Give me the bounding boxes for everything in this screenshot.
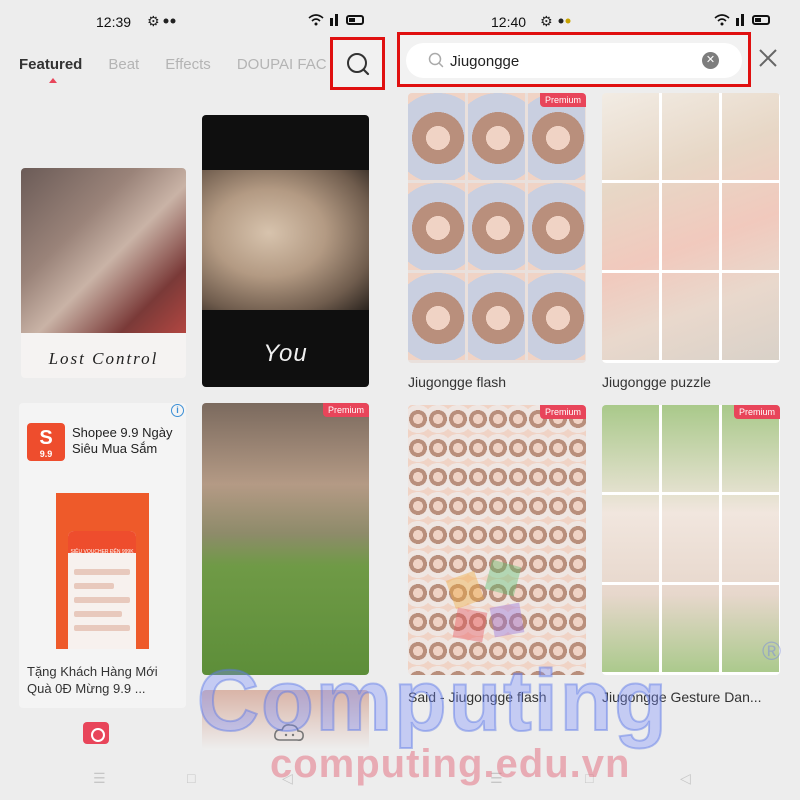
ad-title: Shopee 9.9 Ngày Siêu Mua Sắm <box>72 425 173 456</box>
premium-badge: Premium <box>322 403 369 417</box>
premium-badge: Premium <box>539 93 586 107</box>
back-icon[interactable]: ◁ <box>680 770 691 787</box>
close-icon[interactable] <box>757 47 779 69</box>
template-thumbnail <box>21 168 186 333</box>
signal-icon <box>330 14 338 26</box>
template-thumbnail <box>202 170 369 310</box>
watermark-registered-mark: ® <box>762 636 782 666</box>
search-icon <box>346 52 369 75</box>
info-icon[interactable]: i <box>171 404 184 417</box>
ad-phone-mockup: SIÊU VOUCHER ĐẾN 999K <box>68 531 136 649</box>
wifi-icon <box>308 14 324 26</box>
battery-icon <box>752 15 770 25</box>
home-icon[interactable] <box>83 722 109 744</box>
ad-banner: SIÊU VOUCHER ĐẾN 999K <box>56 493 149 649</box>
notification-icon <box>163 18 176 24</box>
notification-icon <box>558 18 571 24</box>
result-card-jiugongge-gesture-dance[interactable]: Premium <box>602 405 780 675</box>
result-label: Jiugongge puzzle <box>602 374 711 390</box>
tab-effects[interactable]: Effects <box>165 56 211 73</box>
tab-doupai-face[interactable]: DOUPAI FAC <box>237 56 327 73</box>
status-time: 12:40 <box>491 14 527 30</box>
recents-icon[interactable]: ☰ <box>93 770 106 787</box>
template-caption: You <box>263 340 308 367</box>
template-caption: Lost Control <box>48 349 159 368</box>
ad-description: Tặng Khách Hàng Mới Quà 0Đ Mừng 9.9 ... <box>27 664 158 696</box>
template-card-premium[interactable]: Premium <box>202 403 369 675</box>
wifi-icon <box>714 14 730 26</box>
battery-icon <box>346 15 364 25</box>
watermark-text: Computing <box>196 652 669 750</box>
shopee-logo: S 9.9 <box>27 423 65 461</box>
search-field[interactable]: ✕ <box>406 43 742 78</box>
premium-badge: Premium <box>539 405 586 419</box>
clear-icon[interactable]: ✕ <box>702 52 719 69</box>
status-time: 12:39 <box>96 14 132 30</box>
template-card-lost-control[interactable]: Lost Control <box>21 168 186 378</box>
status-bar: 12:39 ⚙ <box>0 0 389 40</box>
settings-icon: ⚙ <box>540 13 553 29</box>
result-label: Jiugongge flash <box>408 374 507 390</box>
watermark-url: computing.edu.vn <box>270 742 631 786</box>
category-tabs: Featured Beat Effects DOUPAI FAC <box>19 56 327 83</box>
home-key-icon[interactable]: □ <box>187 770 195 786</box>
settings-icon: ⚙ <box>147 13 160 29</box>
tab-featured[interactable]: Featured <box>19 56 82 83</box>
search-input[interactable] <box>450 46 690 76</box>
premium-badge: Premium <box>733 405 780 419</box>
watermark-logo <box>445 559 525 643</box>
signal-icon <box>736 14 744 26</box>
ad-card-shopee[interactable]: i S 9.9 Shopee 9.9 Ngày Siêu Mua Sắm SIÊU… <box>19 403 186 708</box>
tab-beat[interactable]: Beat <box>108 56 139 73</box>
result-card-jiugongge-puzzle[interactable] <box>602 93 780 363</box>
search-bar-highlight: ✕ <box>397 32 751 87</box>
search-button[interactable] <box>330 37 385 90</box>
template-card-you[interactable]: You <box>202 115 369 387</box>
ad-banner-text: SIÊU VOUCHER ĐẾN 999K <box>70 549 134 555</box>
result-card-jiugongge-flash[interactable]: Premium <box>408 93 586 363</box>
search-icon <box>428 52 444 68</box>
